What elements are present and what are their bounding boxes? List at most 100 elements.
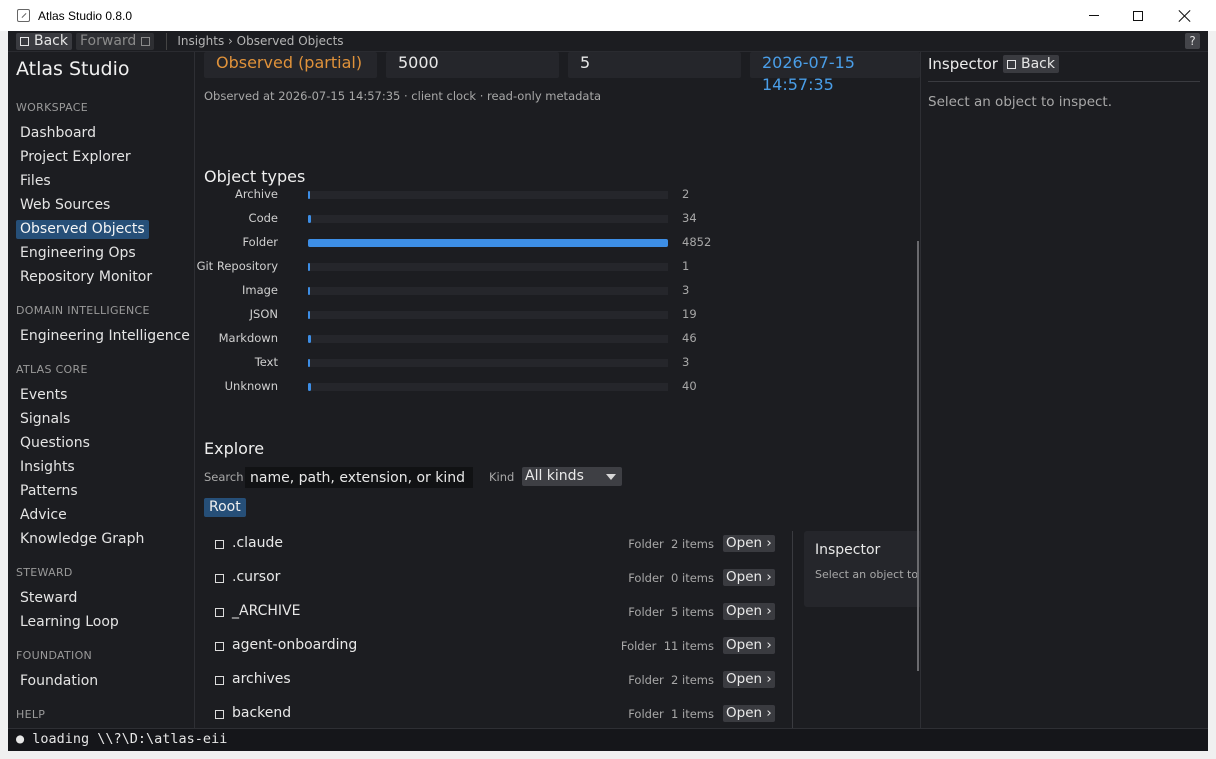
sidebar-item-files[interactable]: Files	[16, 172, 55, 191]
section-steward: STEWARD	[16, 566, 73, 579]
close-button[interactable]	[1162, 0, 1208, 31]
inline-inspector-text: Select an object to see provenance.	[815, 568, 920, 581]
sidebar-item-dashboard[interactable]: Dashboard	[16, 124, 100, 143]
sidebar-item-observed-objects[interactable]: Observed Objects	[16, 220, 149, 239]
object-type-count: 3	[682, 355, 690, 369]
forward-label: Forward	[80, 33, 137, 49]
kind-label: Kind	[489, 470, 515, 484]
inline-inspector: Inspector Select an object to see proven…	[804, 531, 920, 607]
objects-stat: 5000	[386, 52, 559, 78]
timestamp-stat: 2026-07-15 14:57:35	[750, 52, 920, 94]
object-type-bar-track	[308, 239, 668, 247]
object-type-row: Text 3	[196, 350, 756, 374]
section-workspace: WORKSPACE	[16, 101, 88, 114]
object-type-bar-track	[308, 359, 668, 367]
sidebar-item-repository-monitor[interactable]: Repository Monitor	[16, 268, 156, 287]
item-name: .cursor	[232, 569, 281, 585]
object-type-row: Folder 4852	[196, 230, 756, 254]
inline-inspector-title: Inspector	[815, 542, 881, 558]
list-item[interactable]: archives Folder 2 items Open ›	[196, 667, 776, 701]
status-stat: Observed (partial)	[204, 52, 377, 78]
list-item[interactable]: agent-onboarding Folder 11 items Open ›	[196, 633, 776, 667]
open-button[interactable]: Open ›	[723, 705, 775, 722]
item-name: _ARCHIVE	[232, 603, 301, 619]
open-button[interactable]: Open ›	[723, 535, 775, 552]
kind-select[interactable]: All kinds	[522, 467, 622, 486]
inspector-back-button[interactable]: Back	[1003, 55, 1059, 73]
search-label: Search	[204, 470, 244, 484]
maximize-icon	[1133, 10, 1143, 21]
sidebar-item-engineering-intelligence[interactable]: Engineering Intelligence	[16, 327, 194, 346]
sidebar-item-foundation[interactable]: Foundation	[16, 672, 102, 691]
open-button[interactable]: Open ›	[723, 637, 775, 654]
section-help: HELP	[16, 708, 46, 721]
item-meta: Folder 1 items	[628, 707, 714, 721]
object-type-label: Text	[254, 355, 278, 369]
folder-icon	[215, 642, 224, 651]
types-stat: 5	[568, 52, 741, 78]
object-type-row: JSON 19	[196, 302, 756, 326]
item-meta: Folder 2 items	[628, 537, 714, 551]
window-titlebar: Atlas Studio 0.8.0	[0, 0, 1216, 31]
back-icon	[20, 36, 29, 46]
object-type-row: Archive 2	[196, 182, 756, 206]
item-name: .claude	[232, 535, 283, 551]
back-button[interactable]: Back	[16, 32, 72, 50]
list-item[interactable]: .cursor Folder 0 items Open ›	[196, 565, 776, 599]
chevron-down-icon	[606, 474, 616, 480]
list-item[interactable]: backend Folder 1 items Open ›	[196, 701, 776, 728]
item-meta: Folder 2 items	[628, 673, 714, 687]
inspector-back-icon	[1007, 59, 1016, 69]
item-meta: Folder 5 items	[628, 605, 714, 619]
app-frame: Back Forward Insights › Observed Objects…	[8, 31, 1208, 751]
help-button[interactable]: ?	[1185, 33, 1200, 49]
sidebar-item-project-explorer[interactable]: Project Explorer	[16, 148, 135, 167]
app-brand: Atlas Studio	[16, 58, 130, 80]
open-button[interactable]: Open ›	[723, 569, 775, 586]
sidebar-item-patterns[interactable]: Patterns	[16, 482, 82, 501]
object-type-bar	[308, 191, 310, 199]
sidebar-item-insights[interactable]: Insights	[16, 458, 79, 477]
list-item[interactable]: _ARCHIVE Folder 5 items Open ›	[196, 599, 776, 633]
inspector-panel: Inspector Back Select an object to inspe…	[920, 52, 1208, 728]
toolbar: Back Forward Insights › Observed Objects…	[8, 31, 1208, 52]
object-type-bar	[308, 287, 310, 295]
main-scrollbar[interactable]	[917, 241, 919, 671]
search-input[interactable]	[245, 467, 473, 488]
open-button[interactable]: Open ›	[723, 603, 775, 620]
breadcrumb: Insights › Observed Objects	[177, 34, 344, 48]
sidebar-item-advice[interactable]: Advice	[16, 506, 71, 525]
object-type-bar	[308, 335, 312, 343]
object-type-count: 19	[682, 307, 697, 321]
section-atlas-core: ATLAS CORE	[16, 363, 88, 376]
folder-icon	[215, 540, 224, 549]
sidebar-item-signals[interactable]: Signals	[16, 410, 74, 429]
object-type-label: JSON	[249, 307, 278, 321]
sidebar-item-questions[interactable]: Questions	[16, 434, 94, 453]
sidebar-item-events[interactable]: Events	[16, 386, 71, 405]
object-type-label: Code	[248, 211, 278, 225]
open-button[interactable]: Open ›	[723, 671, 775, 688]
sidebar-item-knowledge-graph[interactable]: Knowledge Graph	[16, 530, 148, 549]
object-type-label: Git Repository	[196, 259, 278, 273]
root-breadcrumb-chip[interactable]: Root	[204, 498, 246, 517]
object-type-count: 1	[682, 259, 690, 273]
sidebar-item-steward[interactable]: Steward	[16, 589, 81, 608]
folder-icon	[215, 574, 224, 583]
minimize-button[interactable]	[1071, 0, 1117, 31]
object-type-bar-track	[308, 215, 668, 223]
list-item[interactable]: .claude Folder 2 items Open ›	[196, 531, 776, 565]
sidebar: Atlas Studio WORKSPACE Dashboard Project…	[8, 52, 195, 728]
maximize-button[interactable]	[1115, 0, 1161, 31]
section-domain-intelligence: DOMAIN INTELLIGENCE	[16, 304, 150, 317]
sidebar-item-learning-loop[interactable]: Learning Loop	[16, 613, 123, 632]
object-type-label: Folder	[242, 235, 278, 249]
objects-value: 5000	[398, 53, 439, 72]
object-type-label: Image	[241, 283, 278, 297]
forward-button[interactable]: Forward	[76, 32, 155, 50]
sidebar-item-engineering-ops[interactable]: Engineering Ops	[16, 244, 140, 263]
object-type-bar	[308, 215, 311, 223]
sidebar-item-web-sources[interactable]: Web Sources	[16, 196, 114, 215]
object-type-count: 40	[682, 379, 697, 393]
object-type-count: 46	[682, 331, 697, 345]
